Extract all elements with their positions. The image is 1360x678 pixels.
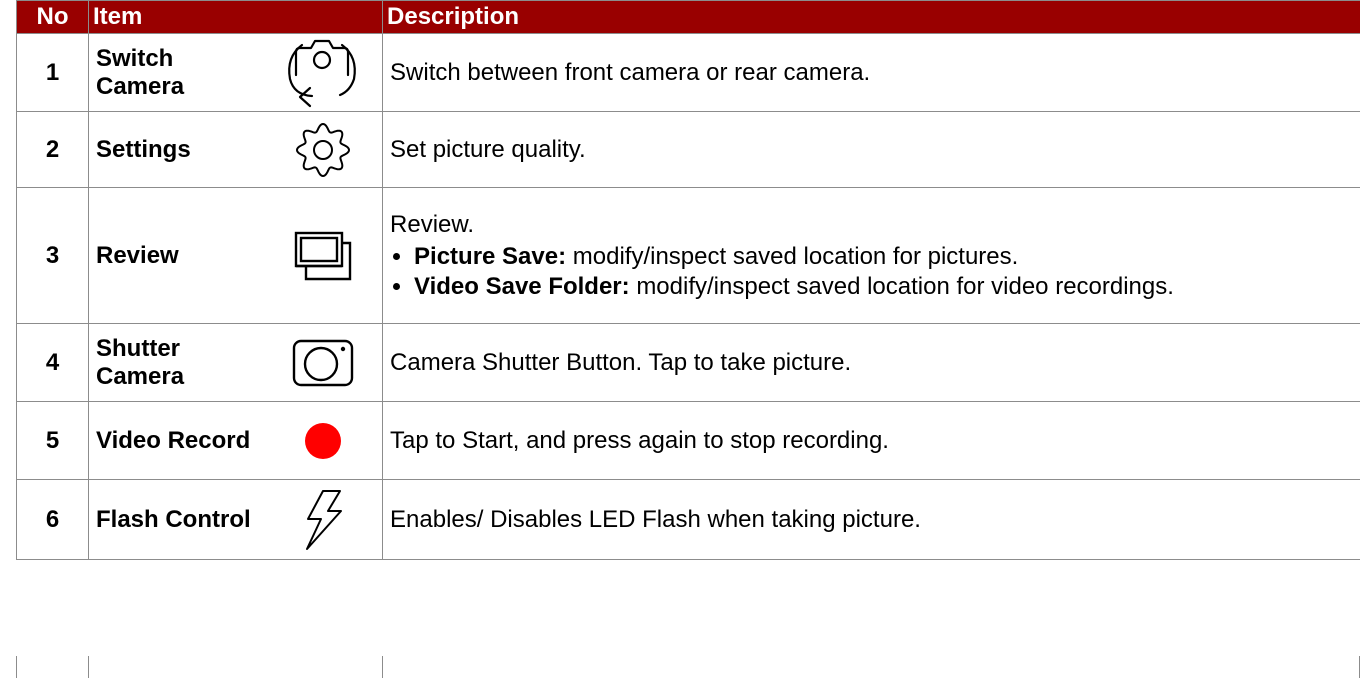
bullet-text: modify/inspect saved location for pictur…: [572, 242, 1019, 270]
header-no: No: [16, 0, 89, 34]
item-description: Camera Shutter Button. Tap to take pictu…: [382, 323, 1360, 402]
table-row: 3 Review Review. Picture Save: modify/in…: [16, 187, 1360, 324]
row-number: 3: [16, 187, 89, 324]
row-number: 1: [16, 33, 89, 112]
flash-icon: [305, 489, 342, 550]
camera-controls-table: No Item Description 1 Switch Camera Swit…: [16, 0, 1360, 560]
item-description: Set picture quality.: [382, 111, 1360, 188]
table-row: 4 Shutter Camera Camera Shutter Button. …: [16, 323, 1360, 402]
item-name: Review: [88, 187, 264, 324]
gear-icon: [295, 122, 350, 177]
table-row: 5 Video Record Tap to Start, and press a…: [16, 401, 1360, 480]
switch-camera-icon: [287, 39, 356, 107]
header-item: Item: [87, 0, 384, 34]
item-name: Flash Control: [88, 479, 264, 560]
row-number: 5: [16, 401, 89, 480]
table-row: 2 Settings Set picture quality.: [16, 111, 1360, 188]
table-row: 6 Flash Control Enables/ Disables LED Fl…: [16, 479, 1360, 560]
item-name: Settings: [88, 111, 264, 188]
shutter-camera-icon: [292, 339, 353, 386]
bullet-list: Picture Save: modify/inspect saved locat…: [390, 242, 1360, 302]
table-row: 1 Switch Camera Switch between front cam…: [16, 33, 1360, 112]
row-number: 2: [16, 111, 89, 188]
gallery-icon: [294, 231, 351, 280]
list-item: Picture Save: modify/inspect saved locat…: [414, 242, 1360, 272]
item-description: Enables/ Disables LED Flash when taking …: [382, 479, 1360, 560]
item-description: Switch between front camera or rear came…: [382, 33, 1360, 112]
bullet-term: Picture Save:: [414, 242, 567, 270]
header-description: Description: [382, 0, 1360, 34]
item-description: Tap to Start, and press again to stop re…: [382, 401, 1360, 480]
bullet-term: Video Save Folder:: [414, 272, 630, 300]
item-name: Switch Camera: [88, 33, 264, 112]
item-description: Review.: [390, 210, 475, 238]
item-name: Shutter Camera: [88, 323, 264, 402]
table-continuation-lines: [16, 656, 1360, 678]
bullet-text: modify/inspect saved location for video …: [636, 272, 1174, 300]
record-dot-icon: [304, 422, 341, 459]
row-number: 4: [16, 323, 89, 402]
row-number: 6: [16, 479, 89, 560]
gear-outline: [295, 122, 350, 177]
item-name: Video Record: [88, 401, 264, 480]
table-header-row: No Item Description: [16, 0, 1360, 34]
list-item: Video Save Folder: modify/inspect saved …: [414, 272, 1360, 302]
